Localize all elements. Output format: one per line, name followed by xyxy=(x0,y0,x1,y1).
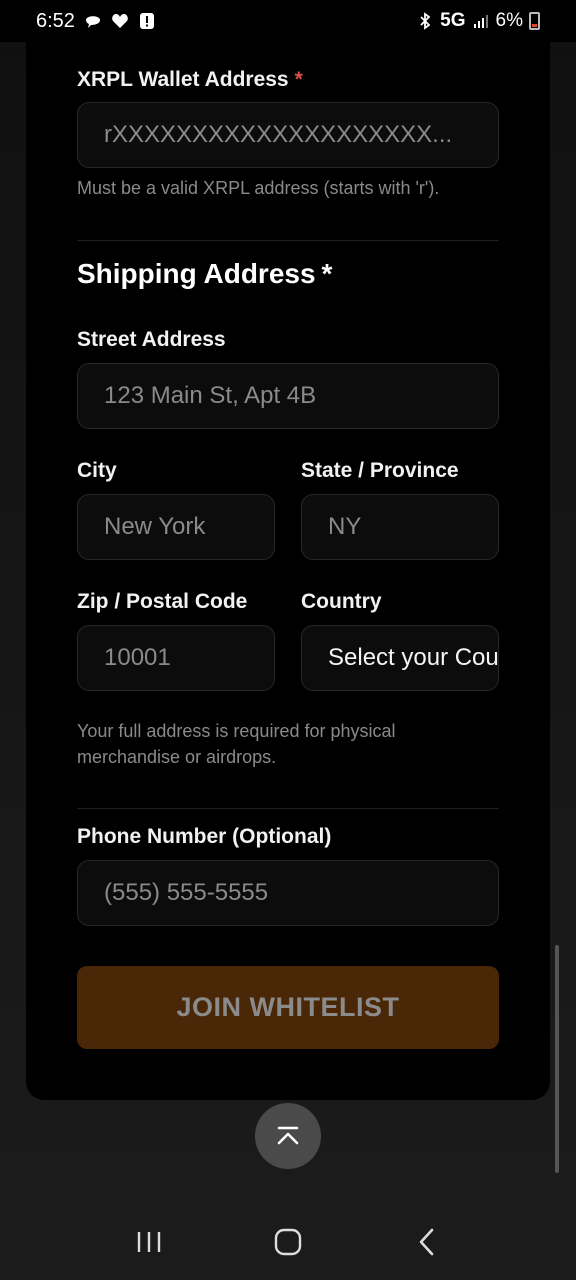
back-button[interactable] xyxy=(407,1222,447,1262)
city-placeholder: New York xyxy=(104,513,206,540)
country-label: Country xyxy=(301,590,382,613)
wallet-label-text: XRPL Wallet Address xyxy=(77,68,289,91)
divider xyxy=(77,240,499,241)
city-label: City xyxy=(77,459,117,482)
state-input[interactable]: NY xyxy=(301,494,499,560)
network-type: 5G xyxy=(440,10,466,31)
signal-icon xyxy=(473,15,488,28)
wallet-placeholder: rXXXXXXXXXXXXXXXXXXXX... xyxy=(104,121,453,148)
battery-percent: 6% xyxy=(495,10,523,31)
zip-label: Zip / Postal Code xyxy=(77,590,248,613)
back-icon xyxy=(419,1228,433,1255)
status-bar: 6:52 5G 6% xyxy=(0,0,576,42)
street-address-input[interactable]: 123 Main St, Apt 4B xyxy=(77,363,499,429)
page: 6:52 5G 6% XRPL Wallet Address * rXXXXXXX… xyxy=(0,0,576,1280)
zip-input[interactable]: 10001 xyxy=(77,625,275,691)
address-hint: Your full address is required for physic… xyxy=(77,721,396,767)
status-time: 6:52 xyxy=(36,9,75,32)
navigation-bar xyxy=(0,1203,576,1280)
form-card: XRPL Wallet Address * rXXXXXXXXXXXXXXXXXX… xyxy=(26,42,550,1100)
join-whitelist-button[interactable]: JOIN WHITELIST xyxy=(77,966,499,1049)
chevron-up-icon xyxy=(277,1126,299,1145)
alert-icon xyxy=(139,13,154,29)
home-icon xyxy=(274,1228,302,1255)
wallet-label: XRPL Wallet Address * xyxy=(77,68,499,92)
phone-placeholder: (555) 555-5555 xyxy=(104,879,269,906)
country-select[interactable]: Select your Country xyxy=(301,625,499,691)
phone-input[interactable]: (555) 555-5555 xyxy=(77,860,499,926)
scrollbar[interactable] xyxy=(555,945,559,1173)
street-placeholder: 123 Main St, Apt 4B xyxy=(104,382,317,409)
scroll-to-top-button[interactable] xyxy=(255,1103,321,1169)
chat-icon xyxy=(85,16,100,28)
battery-icon xyxy=(529,12,540,30)
recent-apps-button[interactable] xyxy=(129,1222,169,1262)
heart-icon xyxy=(112,14,128,28)
shipping-heading: Shipping Address * xyxy=(77,258,499,290)
home-button[interactable] xyxy=(268,1222,308,1262)
recent-apps-icon xyxy=(138,1231,161,1252)
required-mark: * xyxy=(294,68,303,91)
country-selected-value: Select your Country xyxy=(328,644,499,671)
bluetooth-icon xyxy=(420,12,431,30)
street-label: Street Address xyxy=(77,328,226,351)
state-placeholder: NY xyxy=(328,513,362,540)
required-mark: * xyxy=(321,258,333,289)
phone-label: Phone Number (Optional) xyxy=(77,825,332,848)
divider xyxy=(77,808,499,809)
zip-placeholder: 10001 xyxy=(104,644,171,671)
shipping-title: Shipping Address xyxy=(77,258,316,289)
wallet-address-input[interactable]: rXXXXXXXXXXXXXXXXXXXX... xyxy=(77,102,499,168)
state-label: State / Province xyxy=(301,459,459,482)
wallet-hint: Must be a valid XRPL address (starts wit… xyxy=(77,178,440,198)
city-input[interactable]: New York xyxy=(77,494,275,560)
